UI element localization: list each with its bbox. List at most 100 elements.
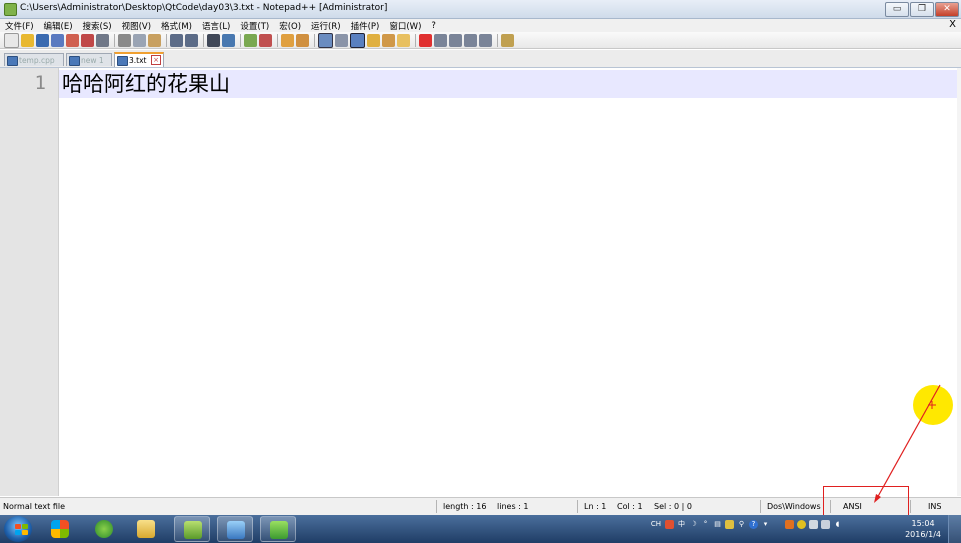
toolbar	[0, 32, 961, 49]
undo-icon[interactable]	[170, 33, 183, 47]
copy-icon[interactable]	[133, 33, 146, 47]
taskbar-clock[interactable]: 15:04 2016/1/4	[905, 518, 941, 540]
title-bar: C:\Users\Administrator\Desktop\QtCode\da…	[0, 0, 961, 19]
sync-v-scroll-icon[interactable]	[281, 33, 294, 47]
menu-run[interactable]: 运行(R)	[306, 20, 346, 32]
tab-label: temp.cpp	[19, 56, 55, 65]
save-all-icon[interactable]	[51, 33, 64, 47]
zoom-in-icon[interactable]	[244, 33, 257, 47]
clock-date: 2016/1/4	[905, 530, 941, 539]
status-bar: Normal text file length : 16 lines : 1 L…	[0, 497, 961, 516]
windows-logo-icon	[15, 524, 29, 536]
toolbar-separator	[314, 33, 315, 47]
plugin-icon[interactable]	[501, 33, 514, 47]
toolbar-separator	[277, 33, 278, 47]
menu-plugins[interactable]: 插件(P)	[346, 20, 385, 32]
menu-window[interactable]: 窗口(W)	[384, 20, 426, 32]
notepadpp-icon	[184, 521, 202, 539]
status-sel: Sel : 0 | 0	[654, 502, 692, 511]
ime-icon[interactable]	[665, 520, 674, 529]
settings-icon[interactable]: ⚲	[737, 520, 746, 529]
punctuation-icon[interactable]: °	[701, 520, 710, 529]
vertical-scrollbar[interactable]	[957, 68, 961, 496]
taskbar-remote-desktop[interactable]	[217, 516, 253, 542]
menu-format[interactable]: 格式(M)	[156, 20, 197, 32]
close-all-icon[interactable]	[81, 33, 94, 47]
status-separator	[577, 500, 578, 513]
network-icon[interactable]	[821, 520, 830, 529]
zoom-out-icon[interactable]	[259, 33, 272, 47]
menu-language[interactable]: 语言(L)	[197, 20, 235, 32]
help-icon[interactable]: ?	[749, 520, 758, 529]
minimize-button[interactable]: ▭	[885, 2, 909, 17]
menu-macro[interactable]: 宏(O)	[274, 20, 306, 32]
tab-3-txt[interactable]: 3.txt ×	[114, 52, 164, 67]
tab-temp-cpp[interactable]: temp.cpp	[4, 53, 64, 66]
toolbar-separator	[415, 33, 416, 47]
tray-language[interactable]: CH	[650, 520, 662, 529]
save-macro-icon[interactable]	[479, 33, 492, 47]
tray-sun-icon[interactable]	[797, 520, 806, 529]
chevron-down-icon[interactable]: ▾	[761, 520, 770, 529]
menu-search[interactable]: 搜索(S)	[78, 20, 117, 32]
status-separator	[760, 500, 761, 513]
taskbar-notepadpp[interactable]	[174, 516, 210, 542]
ime-chinese-icon[interactable]: 中	[677, 520, 686, 529]
folder-icon	[137, 520, 155, 538]
new-file-icon[interactable]	[4, 32, 19, 48]
editor-line-text[interactable]: 哈哈阿红的花果山	[62, 70, 230, 98]
doc-map-icon[interactable]	[382, 33, 395, 47]
ime-tray-icon[interactable]	[785, 520, 794, 529]
menu-edit[interactable]: 编辑(E)	[39, 20, 78, 32]
paste-icon[interactable]	[148, 33, 161, 47]
sync-h-scroll-icon[interactable]	[296, 33, 309, 47]
start-button[interactable]	[4, 516, 32, 542]
close-file-icon[interactable]	[66, 33, 79, 47]
menu-file[interactable]: 文件(F)	[0, 20, 39, 32]
text-editor[interactable]: 哈哈阿红的花果山	[59, 68, 961, 496]
taskbar: CH 中 ☽ ° ▤ ⚲ ? ▾ ◖ 15:04 2016/1/4	[0, 515, 961, 543]
status-col: Col : 1	[617, 502, 643, 511]
taskbar-app-store[interactable]	[42, 516, 78, 542]
status-file-type: Normal text file	[3, 502, 66, 511]
taskbar-browser[interactable]	[86, 516, 122, 542]
restore-button[interactable]: ❐	[910, 2, 934, 17]
taskbar-qt-creator[interactable]	[260, 516, 296, 542]
close-button[interactable]: ✕	[935, 2, 959, 17]
find-icon[interactable]	[207, 33, 220, 47]
tray-app-icon[interactable]	[725, 520, 734, 529]
word-wrap-icon[interactable]	[318, 32, 333, 48]
cut-icon[interactable]	[118, 33, 131, 47]
open-file-icon[interactable]	[21, 33, 34, 47]
menu-help[interactable]: ?	[426, 21, 441, 31]
function-list-icon[interactable]	[397, 33, 410, 47]
replace-icon[interactable]	[222, 33, 235, 47]
notepadpp-icon	[4, 3, 17, 16]
save-icon[interactable]	[36, 33, 49, 47]
window-title: C:\Users\Administrator\Desktop\QtCode\da…	[20, 3, 388, 13]
keyboard-icon[interactable]: ▤	[713, 520, 722, 529]
status-separator	[910, 500, 911, 513]
indent-guide-icon[interactable]	[350, 32, 365, 48]
show-desktop-button[interactable]	[948, 515, 961, 543]
moon-icon[interactable]: ☽	[689, 520, 698, 529]
status-insert-mode: INS	[928, 502, 942, 511]
taskbar-explorer[interactable]	[128, 516, 164, 542]
menu-view[interactable]: 视图(V)	[117, 20, 156, 32]
language-icon[interactable]	[367, 33, 380, 47]
print-icon[interactable]	[96, 33, 109, 47]
redo-icon[interactable]	[185, 33, 198, 47]
menu-settings[interactable]: 设置(T)	[235, 20, 274, 32]
close-document-button[interactable]: X	[949, 19, 956, 30]
tab-close-icon[interactable]: ×	[151, 55, 161, 65]
run-macro-multiple-icon[interactable]	[464, 33, 477, 47]
play-macro-icon[interactable]	[449, 33, 462, 47]
stop-macro-icon[interactable]	[434, 33, 447, 47]
volume-muted-icon[interactable]: ◖	[833, 520, 842, 529]
flag-icon[interactable]	[809, 520, 818, 529]
tab-new-1[interactable]: new 1	[66, 53, 112, 66]
record-macro-icon[interactable]	[419, 33, 432, 47]
show-all-chars-icon[interactable]	[335, 33, 348, 47]
cursor-highlight	[913, 385, 953, 425]
saved-file-icon	[117, 56, 128, 66]
